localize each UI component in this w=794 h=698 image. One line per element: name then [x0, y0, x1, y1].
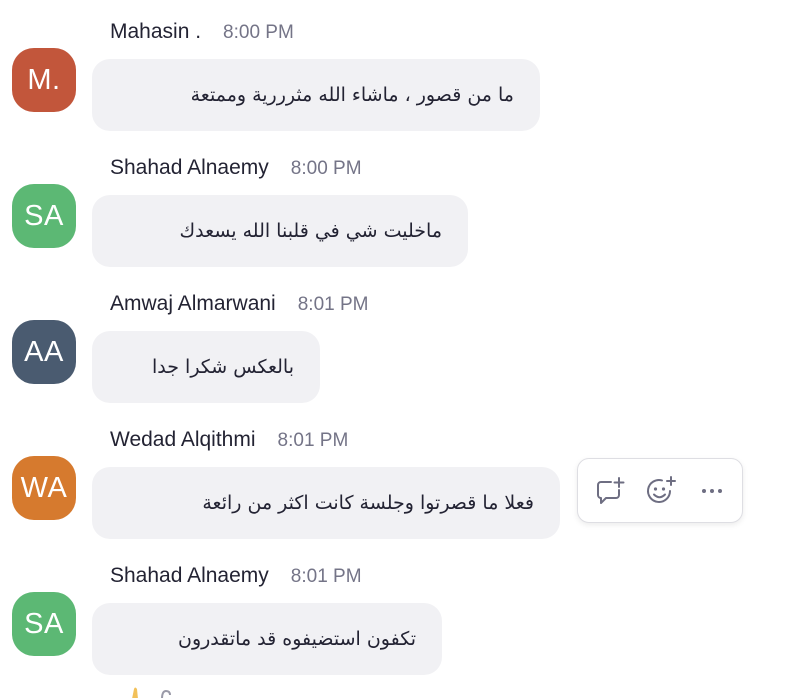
message-bubble[interactable]: ما من قصور ، ماشاء الله مثرررية وممتعة — [92, 59, 540, 131]
reply-in-thread-icon — [597, 477, 625, 504]
more-options-button[interactable] — [694, 473, 730, 509]
message-bubble[interactable]: تكفون استضيفوه قد ماتقدرون — [92, 603, 442, 675]
message-time: 8:00 PM — [223, 22, 294, 43]
avatar[interactable]: SA — [12, 184, 76, 248]
avatar[interactable]: M. — [12, 48, 76, 112]
next-message-peek — [122, 684, 182, 698]
message-header: Shahad Alnaemy 8:00 PM — [110, 156, 362, 186]
message-time: 8:01 PM — [277, 430, 349, 451]
message-time: 8:00 PM — [290, 158, 362, 179]
sender-name[interactable]: Shahad Alnaemy — [110, 156, 269, 180]
avatar[interactable]: AA — [12, 320, 76, 384]
message-header: Shahad Alnaemy 8:01 PM — [110, 564, 362, 594]
more-options-icon — [702, 489, 722, 493]
message-text: ماخليت شي في قلبنا الله يسعدك — [179, 220, 442, 242]
message-header: Amwaj Almarwani 8:01 PM — [110, 292, 368, 322]
message-bubble[interactable]: ماخليت شي في قلبنا الله يسعدك — [92, 195, 468, 267]
message-text: بالعكس شكرا جدا — [152, 356, 294, 378]
message-time: 8:01 PM — [290, 566, 362, 587]
sender-name[interactable]: Amwaj Almarwani — [110, 292, 276, 316]
avatar[interactable]: SA — [12, 592, 76, 656]
message-header: Mahasin . 8:00 PM — [110, 20, 294, 50]
message-time: 8:01 PM — [297, 294, 369, 315]
reply-in-thread-button[interactable] — [592, 473, 628, 509]
message-hover-toolbar — [577, 458, 743, 523]
add-reaction-button[interactable] — [643, 473, 679, 509]
message-bubble[interactable]: بالعكس شكرا جدا — [92, 331, 320, 403]
sender-name[interactable]: Wedad Alqithmi — [110, 428, 256, 452]
message-text: تكفون استضيفوه قد ماتقدرون — [177, 628, 416, 650]
message-text: فعلا ما قصرتوا وجلسة كانت اكثر من رائعة — [202, 492, 534, 514]
sender-name[interactable]: Shahad Alnaemy — [110, 564, 269, 588]
message-text: ما من قصور ، ماشاء الله مثرررية وممتعة — [190, 84, 514, 106]
message-bubble[interactable]: فعلا ما قصرتوا وجلسة كانت اكثر من رائعة — [92, 467, 560, 539]
avatar[interactable]: WA — [12, 456, 76, 520]
sender-name[interactable]: Mahasin . — [110, 20, 201, 44]
message-header: Wedad Alqithmi 8:01 PM — [110, 428, 348, 458]
add-reaction-icon — [647, 476, 676, 503]
